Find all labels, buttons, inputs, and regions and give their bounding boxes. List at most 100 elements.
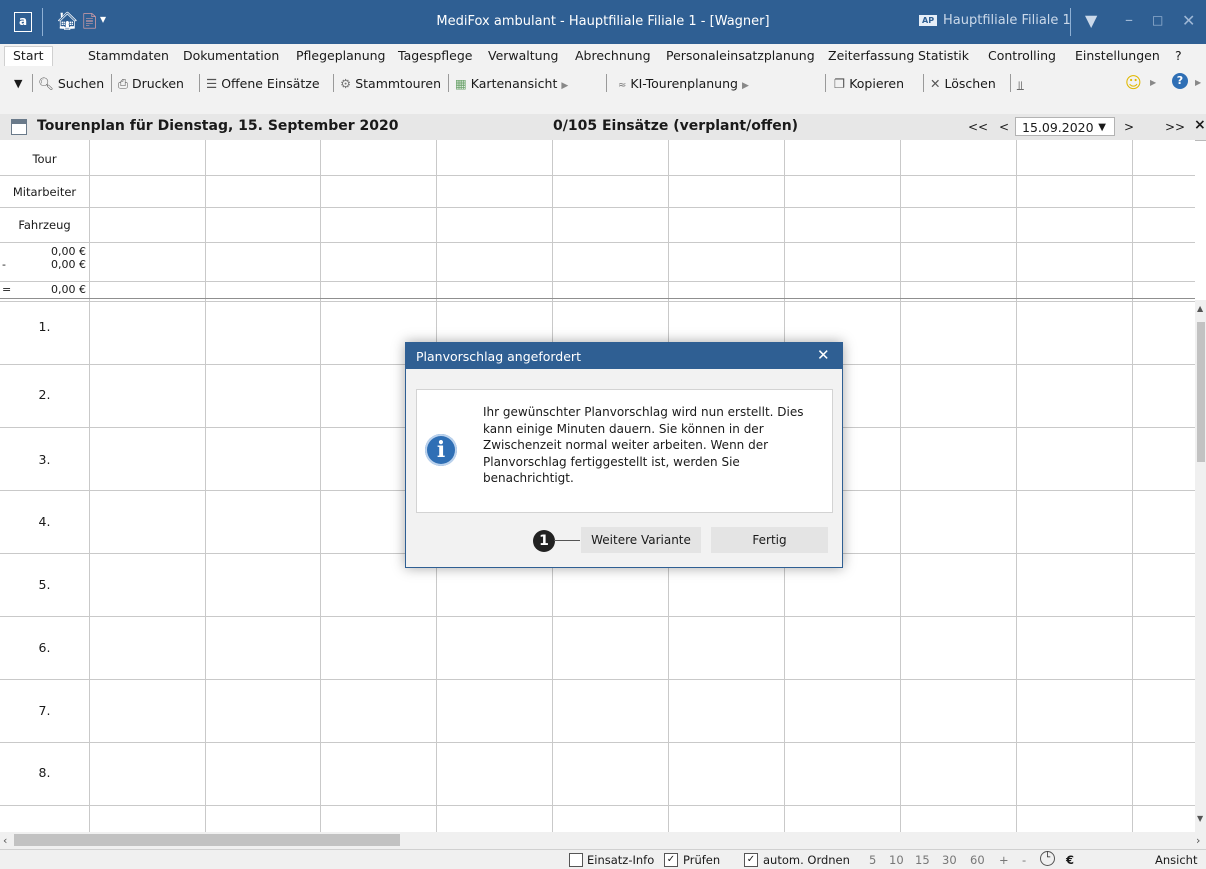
dialog-message: Ihr gewünschter Planvorschlag wird nun e… [483, 405, 804, 485]
date-picker[interactable]: 15.09.2020 ▼ [1015, 117, 1115, 136]
delete-button[interactable]: ✕ Löschen [930, 76, 996, 91]
grid-column-line [900, 140, 901, 832]
slot-3: 3. [38, 452, 51, 467]
chevron-right-icon: ▶ [741, 81, 749, 91]
scroll-up-icon[interactable]: ▲ [1197, 304, 1203, 313]
zoom-30[interactable]: 30 [942, 853, 957, 867]
menu-tagespflege[interactable]: Tagespflege [398, 48, 473, 63]
maximize-icon[interactable]: □ [1152, 13, 1163, 27]
money-minus-sign: - [2, 258, 6, 271]
window-close-icon[interactable]: ✕ [1182, 11, 1195, 30]
zoom-out-button[interactable]: - [1022, 853, 1026, 867]
row-label-vehicle: Fahrzeug [18, 218, 71, 232]
grid-column-line [89, 140, 90, 832]
vertical-scroll-thumb[interactable] [1197, 322, 1205, 462]
menu-personaleinsatzplanung[interactable]: Personaleinsatzplanung [666, 48, 815, 63]
close-plan-icon[interactable]: × [1194, 117, 1206, 133]
nav-next-button[interactable]: > [1124, 120, 1134, 134]
map-view-button[interactable]: ▦ Kartenansicht ▶ [455, 76, 568, 91]
grid-row-line [0, 175, 1195, 176]
money-cost: 0,00 € [51, 258, 86, 271]
scroll-down-icon[interactable]: ▼ [1197, 814, 1203, 823]
zoom-5[interactable]: 5 [869, 853, 876, 867]
horizontal-scroll-thumb[interactable] [14, 834, 400, 846]
grid-row-line [0, 207, 1195, 208]
branch-label[interactable]: Hauptfiliale Filiale 1 [943, 13, 1071, 28]
plan-request-dialog: Planvorschlag angefordert ✕ i Ihr gewüns… [405, 342, 843, 568]
scroll-right-icon[interactable]: › [1196, 834, 1200, 847]
toolbar-separator [606, 74, 607, 92]
search-button[interactable]: 🔍︎ Suchen [38, 76, 104, 92]
dialog-close-icon[interactable]: ✕ [817, 346, 830, 364]
menu-pflegeplanung[interactable]: Pflegeplanung [296, 48, 386, 63]
scroll-left-icon[interactable]: ‹ [3, 834, 7, 847]
slot-5: 5. [38, 577, 51, 592]
menu-zeiterfassung[interactable]: Zeiterfassung [828, 48, 914, 63]
minimize-icon[interactable]: – [1125, 10, 1133, 29]
nav-first-button[interactable]: << [968, 120, 988, 134]
menu-verwaltung[interactable]: Verwaltung [488, 48, 558, 63]
menu-stammdaten[interactable]: Stammdaten [88, 48, 169, 63]
menu-abrechnung[interactable]: Abrechnung [575, 48, 651, 63]
gear-icon: ⚙ [340, 76, 352, 91]
copy-button[interactable]: ❐ Kopieren [834, 76, 904, 91]
menu-controlling[interactable]: Controlling [988, 48, 1056, 63]
toolbar-overflow-icon[interactable]: ⫫ [1017, 78, 1024, 94]
zoom-60[interactable]: 60 [970, 853, 985, 867]
menu-help[interactable]: ? [1175, 48, 1182, 63]
menu-einstellungen[interactable]: Einstellungen [1075, 48, 1160, 63]
chevron-right-icon[interactable]: ▶ [1195, 78, 1201, 87]
further-variant-button[interactable]: Weitere Variante [581, 527, 701, 553]
master-tours-button[interactable]: ⚙ Stammtouren [340, 76, 441, 91]
copy-icon: ❐ [834, 76, 846, 91]
nav-last-button[interactable]: >> [1165, 120, 1185, 134]
info-icon: i [425, 434, 457, 466]
grid-row-line [0, 301, 1195, 302]
plan-title: Tourenplan für Dienstag, 15. September 2… [37, 118, 399, 134]
clock-icon[interactable]: └ [1040, 851, 1055, 866]
toolbar-separator [1010, 74, 1011, 92]
list-icon: ☰ [206, 76, 218, 91]
grid-row-line [0, 616, 1195, 617]
done-button[interactable]: Fertig [711, 527, 828, 553]
toolbar-separator [923, 74, 924, 92]
toolbar-separator [333, 74, 334, 92]
print-label: Drucken [132, 76, 184, 91]
dialog-title: Planvorschlag angefordert [416, 349, 581, 364]
euro-toggle[interactable]: € [1066, 853, 1074, 867]
grid-column-line [320, 140, 321, 832]
slot-6: 6. [38, 640, 51, 655]
toolbar-separator [448, 74, 449, 92]
title-separator [1070, 8, 1071, 36]
grid-row-line [0, 281, 1195, 282]
menu-dokumentation[interactable]: Dokumentation [183, 48, 279, 63]
zoom-10[interactable]: 10 [889, 853, 904, 867]
print-button[interactable]: ⎙ Drucken [118, 76, 184, 92]
chevron-right-icon[interactable]: ▶ [1150, 78, 1156, 87]
printer-icon: ⎙ [118, 76, 129, 91]
menu-start[interactable]: Start [4, 46, 53, 67]
ai-tour-planning-label: KI-Tourenplanung [630, 76, 738, 91]
toolbar-separator [199, 74, 200, 92]
grid-row-line [0, 242, 1195, 243]
filter-toggle-icon[interactable]: ▼ [14, 77, 22, 90]
menu-statistik[interactable]: Statistik [918, 48, 969, 63]
zoom-15[interactable]: 15 [915, 853, 930, 867]
nav-prev-button[interactable]: < [999, 120, 1009, 134]
open-missions-label: Offene Einsätze [221, 76, 320, 91]
smiley-icon[interactable]: ☺ [1125, 73, 1142, 92]
pruefen-checkbox[interactable]: ✓ [664, 853, 678, 867]
einsatz-info-checkbox[interactable] [569, 853, 583, 867]
help-icon[interactable]: ? [1172, 73, 1188, 89]
slot-8: 8. [38, 765, 51, 780]
autom-ordnen-checkbox[interactable]: ✓ [744, 853, 758, 867]
callout-line [554, 540, 580, 541]
ai-planning-icon: ≈ [618, 80, 627, 91]
zoom-in-button[interactable]: + [999, 853, 1009, 867]
grid-row-line [0, 805, 1195, 806]
ai-tour-planning-button[interactable]: ≈ KI-Tourenplanung ▶ [618, 76, 749, 91]
view-button[interactable]: Ansicht [1155, 853, 1197, 867]
filter-icon[interactable]: ▼ [1085, 11, 1097, 30]
open-missions-button[interactable]: ☰ Offene Einsätze [206, 76, 320, 91]
delete-icon: ✕ [930, 76, 941, 91]
